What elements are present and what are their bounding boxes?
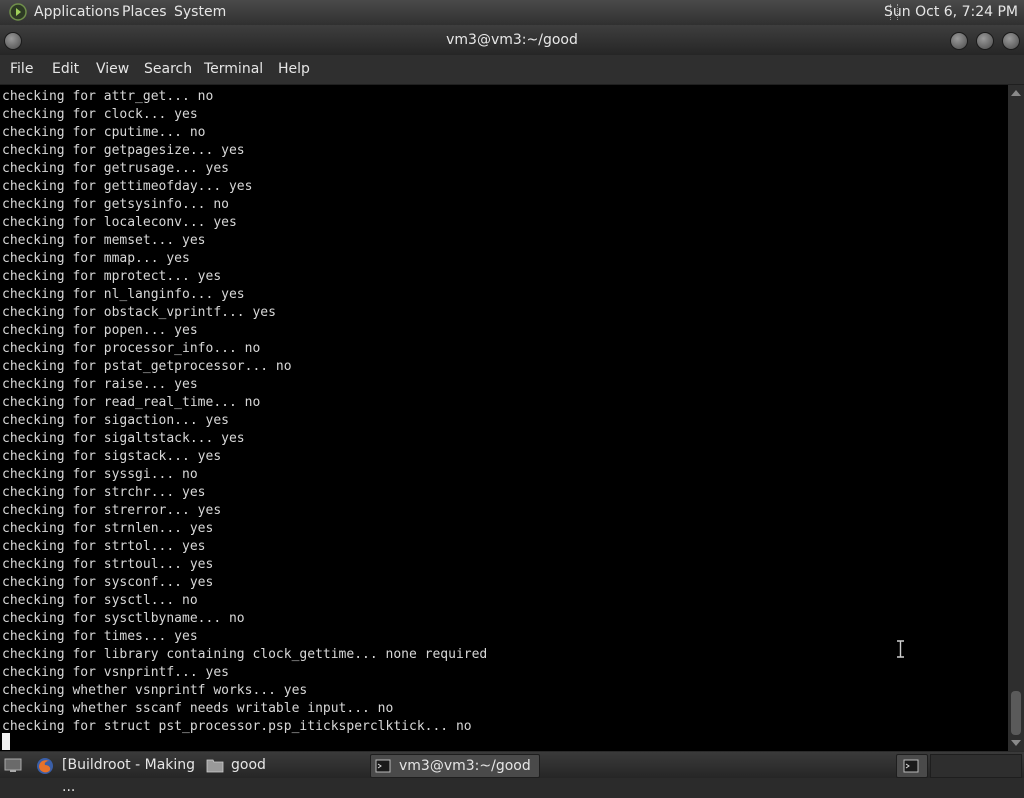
terminal-line: checking for times... yes <box>2 629 198 644</box>
terminal-line: checking for strnlen... yes <box>2 521 214 536</box>
taskbar-label-good: good <box>231 757 266 773</box>
terminal-line: checking for cputime... no <box>2 125 206 140</box>
terminal-line: checking for obstack_vprintf... yes <box>2 305 276 320</box>
scroll-up-icon[interactable] <box>1011 90 1021 96</box>
terminal-line: checking for localeconv... yes <box>2 215 237 230</box>
terminal-line: checking for getrusage... yes <box>2 161 229 176</box>
scrollbar-thumb[interactable] <box>1011 691 1021 735</box>
terminal-line: checking for vsnprintf... yes <box>2 665 229 680</box>
text-cursor <box>2 733 10 750</box>
menu-search[interactable]: Search <box>144 61 192 77</box>
terminal-line: checking for nl_langinfo... yes <box>2 287 245 302</box>
terminal-line: checking for sigstack... yes <box>2 449 222 464</box>
menu-view[interactable]: View <box>96 61 129 77</box>
terminal-line: checking for pstat_getprocessor... no <box>2 359 292 374</box>
bottom-taskbar: [Buildroot - Making ... good vm3@vm3:~/g… <box>0 752 1024 795</box>
terminal-icon <box>375 759 391 773</box>
workspace-empty[interactable] <box>930 754 1022 778</box>
clock[interactable]: Sun Oct 6, 7:24 PM <box>884 4 1018 20</box>
show-desktop-icon[interactable] <box>4 756 22 774</box>
menu-file[interactable]: File <box>10 61 33 77</box>
terminal-line: checking for strtol... yes <box>2 539 206 554</box>
terminal-line: checking for read_real_time... no <box>2 395 261 410</box>
gnome-foot-icon[interactable] <box>8 3 28 21</box>
terminal-line: checking for strtoul... yes <box>2 557 214 572</box>
terminal-line: checking for sysctl... no <box>2 593 198 608</box>
terminal-line: checking whether sscanf needs writable i… <box>2 701 394 716</box>
menu-terminal[interactable]: Terminal <box>204 61 263 77</box>
scroll-down-icon[interactable] <box>1011 740 1021 746</box>
taskbar-label-buildroot: [Buildroot - Making ... <box>62 757 196 795</box>
terminal-line: checking for gettimeofday... yes <box>2 179 253 194</box>
taskbar-item-terminal[interactable]: vm3@vm3:~/good <box>370 754 540 778</box>
minimize-button[interactable] <box>950 32 968 50</box>
window-titlebar[interactable]: vm3@vm3:~/good <box>0 25 1024 55</box>
terminal-menubar: File Edit View Search Terminal Help <box>0 55 1024 85</box>
terminal-line: checking for processor_info... no <box>2 341 261 356</box>
window-title: vm3@vm3:~/good <box>446 32 578 48</box>
terminal-line: checking for raise... yes <box>2 377 198 392</box>
ibeam-cursor-icon <box>897 640 904 658</box>
terminal-lines: checking for attr_get... no checking for … <box>2 88 487 736</box>
folder-icon <box>206 759 224 773</box>
terminal-line: checking whether vsnprintf works... yes <box>2 683 308 698</box>
terminal-line: checking for memset... yes <box>2 233 206 248</box>
terminal-line: checking for strerror... yes <box>2 503 222 518</box>
workspace-terminal-icon <box>903 759 919 773</box>
terminal-line: checking for sysconf... yes <box>2 575 214 590</box>
places-menu[interactable]: Places <box>122 4 167 20</box>
terminal-line: checking for mmap... yes <box>2 251 190 266</box>
taskbar-item-good[interactable]: good <box>203 754 363 776</box>
menu-edit[interactable]: Edit <box>52 61 79 77</box>
firefox-icon <box>37 758 53 774</box>
maximize-button[interactable] <box>976 32 994 50</box>
terminal-line: checking for library containing clock_ge… <box>2 647 488 662</box>
terminal-line: checking for syssgi... no <box>2 467 198 482</box>
terminal-line: checking for sysctlbyname... no <box>2 611 245 626</box>
terminal-line: checking for sigaltstack... yes <box>2 431 245 446</box>
workspace-switcher[interactable] <box>896 754 928 778</box>
top-panel: Applications Places System Sun Oct 6, 7:… <box>0 0 1024 25</box>
menu-help[interactable]: Help <box>278 61 310 77</box>
terminal-line: checking for getpagesize... yes <box>2 143 245 158</box>
terminal-output[interactable]: checking for attr_get... no checking for … <box>0 85 1008 751</box>
system-menu[interactable]: System <box>174 4 226 20</box>
taskbar-label-terminal: vm3@vm3:~/good <box>399 758 531 774</box>
terminal-line: checking for getsysinfo... no <box>2 197 229 212</box>
terminal-line: checking for struct pst_processor.psp_it… <box>2 719 472 734</box>
terminal-line: checking for popen... yes <box>2 323 198 338</box>
terminal-line: checking for sigaction... yes <box>2 413 229 428</box>
terminal-line: checking for clock... yes <box>2 107 198 122</box>
terminal-line: checking for attr_get... no <box>2 89 214 104</box>
terminal-scrollbar[interactable] <box>1008 85 1024 751</box>
terminal-line: checking for strchr... yes <box>2 485 206 500</box>
terminal-line: checking for mprotect... yes <box>2 269 222 284</box>
taskbar-item-buildroot[interactable]: [Buildroot - Making ... <box>32 754 200 795</box>
applications-menu[interactable]: Applications <box>34 4 120 20</box>
close-button[interactable] <box>1002 32 1020 50</box>
